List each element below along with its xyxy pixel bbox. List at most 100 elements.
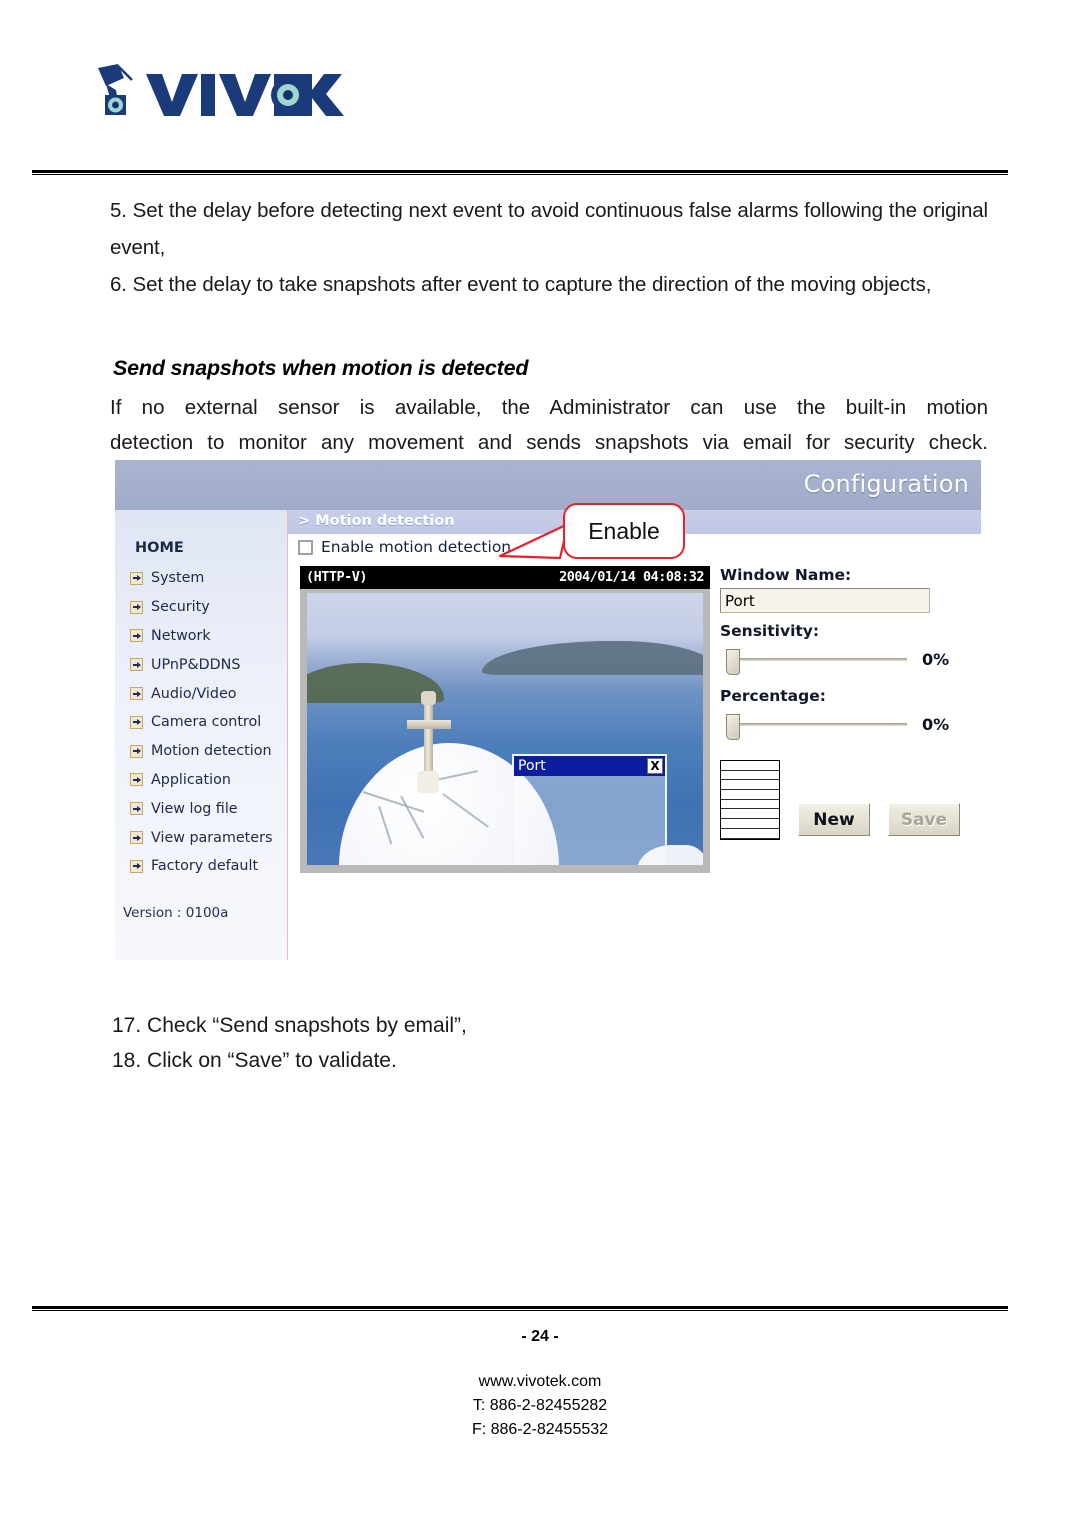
sidebar-item-network[interactable]: Network: [119, 622, 287, 651]
enable-callout: Enable: [563, 503, 685, 559]
listbox-row[interactable]: [721, 800, 779, 810]
footer-rule-thin: [32, 1310, 1008, 1311]
sensitivity-label: Sensitivity:: [720, 622, 820, 640]
arrow-right-icon: [130, 600, 143, 614]
sidebar-item-audio-video[interactable]: Audio/Video: [119, 679, 287, 708]
enable-motion-detection-row[interactable]: Enable motion detection: [298, 538, 511, 556]
sidebar-item-label: Network: [151, 627, 211, 644]
new-button[interactable]: New: [798, 803, 870, 836]
video-osd-bar: (HTTP-V) 2004/01/14 04:08:32: [300, 566, 710, 589]
sensitivity-slider-thumb[interactable]: [726, 649, 740, 675]
sidebar-item-application[interactable]: Application: [119, 766, 287, 795]
sidebar-item-label: Factory default: [151, 858, 259, 875]
dome-crack: [400, 795, 425, 839]
instruction-steps-top: 5. Set the delay before detecting next e…: [110, 192, 988, 303]
listbox-row[interactable]: [721, 819, 779, 829]
sidebar-item-factory-default[interactable]: Factory default: [119, 852, 287, 881]
header-rule: [32, 170, 1008, 176]
save-button[interactable]: Save: [888, 803, 960, 836]
footer-website: www.vivotek.com: [478, 1373, 602, 1390]
step-17-text: 17. Check “Send snapshots by email”,: [112, 1014, 467, 1037]
listbox-row[interactable]: [721, 771, 779, 781]
intro-line-2: detection to monitor any movement and se…: [110, 431, 988, 454]
footer-telephone: T: 886-2-82455282: [472, 1397, 608, 1414]
logo-camera-mark: [98, 64, 133, 115]
sidebar-item-label: Motion detection: [151, 743, 272, 760]
listbox-row[interactable]: [721, 790, 779, 800]
listbox-row[interactable]: [721, 761, 779, 771]
instruction-steps-bottom: 17. Check “Send snapshots by email”, 18.…: [112, 1008, 467, 1078]
cross-vertical: [424, 701, 433, 779]
close-icon[interactable]: X: [647, 758, 663, 774]
breadcrumb: > Motion detection: [298, 513, 455, 529]
section-heading: Send snapshots when motion is detected: [113, 356, 529, 380]
sidebar-item-camera-control[interactable]: Camera control: [119, 708, 287, 737]
sidebar-item-label: Security: [151, 599, 210, 616]
arrow-right-icon: [130, 658, 143, 672]
dome-crack: [362, 791, 425, 813]
island-far-right: [482, 641, 703, 675]
config-content-area: > Motion detection Enable motion detecti…: [288, 510, 981, 960]
config-sidebar: HOME System Security Network UPnP&DDNS A…: [115, 510, 287, 960]
motion-window-overlay[interactable]: Port X: [512, 754, 667, 865]
video-stream-label: (HTTP-V): [306, 569, 368, 585]
video-frame: Port X: [307, 593, 703, 865]
enable-motion-detection-checkbox[interactable]: [298, 539, 313, 555]
motion-window-listbox[interactable]: [720, 760, 780, 840]
arrow-right-icon: [130, 571, 143, 585]
step-6-text: 6. Set the delay to take snapshots after…: [110, 273, 932, 296]
sidebar-item-view-log-file[interactable]: View log file: [119, 794, 287, 823]
sidebar-item-upnp-ddns[interactable]: UPnP&DDNS: [119, 650, 287, 679]
sidebar-item-system[interactable]: System: [119, 564, 287, 593]
config-header-band: Configuration: [115, 460, 981, 510]
footer-fax: F: 886-2-82455532: [471, 1421, 609, 1438]
enable-motion-detection-label: Enable motion detection: [321, 538, 512, 556]
motion-window-settings-panel: Window Name: Sensitivity: 0% Percentage:…: [720, 566, 975, 746]
percentage-slider[interactable]: 0%: [720, 712, 965, 746]
sidebar-version-label: Version : 0100a: [123, 905, 229, 921]
footer-contact-block: www.vivotek.com T: 886-2-82455282 F: 886…: [0, 1370, 1080, 1442]
percentage-value: 0%: [922, 715, 950, 734]
window-name-input[interactable]: [720, 588, 930, 613]
arrow-right-icon: [130, 687, 143, 701]
sidebar-item-view-parameters[interactable]: View parameters: [119, 823, 287, 852]
sensitivity-value: 0%: [922, 650, 950, 669]
arrow-right-icon: [130, 744, 143, 758]
step-18-text: 18. Click on “Save” to validate.: [112, 1049, 397, 1072]
config-header-title: Configuration: [803, 470, 969, 498]
listbox-row[interactable]: [721, 780, 779, 791]
sensitivity-slider-track[interactable]: [737, 658, 907, 661]
sidebar-item-label: View log file: [151, 800, 238, 817]
arrow-right-icon: [130, 773, 143, 787]
cross-base: [417, 771, 439, 793]
intro-line-1: If no external sensor is available, the …: [110, 396, 988, 419]
sidebar-menu: System Security Network UPnP&DDNS Audio/…: [119, 564, 287, 881]
video-timestamp: 2004/01/14 04:08:32: [559, 569, 704, 585]
sidebar-item-security[interactable]: Security: [119, 593, 287, 622]
arrow-right-icon: [130, 802, 143, 816]
dome-crack: [378, 805, 393, 845]
sidebar-item-motion-detection[interactable]: Motion detection: [119, 737, 287, 766]
vivotek-logo: [88, 62, 348, 124]
arrow-right-icon: [130, 629, 143, 643]
percentage-label: Percentage:: [720, 687, 826, 705]
section-intro-paragraph: If no external sensor is available, the …: [110, 390, 988, 460]
listbox-row[interactable]: [721, 829, 779, 839]
motion-window-titlebar: Port X: [514, 756, 665, 776]
sidebar-item-home[interactable]: HOME: [135, 540, 184, 556]
window-name-label: Window Name:: [720, 566, 852, 584]
arrow-right-icon: [130, 715, 143, 729]
listbox-row[interactable]: [721, 809, 779, 820]
sensitivity-slider[interactable]: 0%: [720, 647, 965, 681]
motion-window-title: Port: [518, 758, 546, 774]
sidebar-item-label: View parameters: [151, 829, 273, 846]
cross-finial: [421, 691, 436, 705]
percentage-slider-thumb[interactable]: [726, 714, 740, 740]
sidebar-item-label: Camera control: [151, 714, 262, 731]
step-5-text: 5. Set the delay before detecting next e…: [110, 199, 988, 259]
footer-rule-thick: [32, 1306, 1008, 1309]
sidebar-item-label: Audio/Video: [151, 685, 237, 702]
percentage-slider-track[interactable]: [737, 723, 907, 726]
sidebar-item-label: Application: [151, 771, 231, 788]
video-preview[interactable]: (HTTP-V) 2004/01/14 04:08:32 Port X: [300, 566, 710, 873]
